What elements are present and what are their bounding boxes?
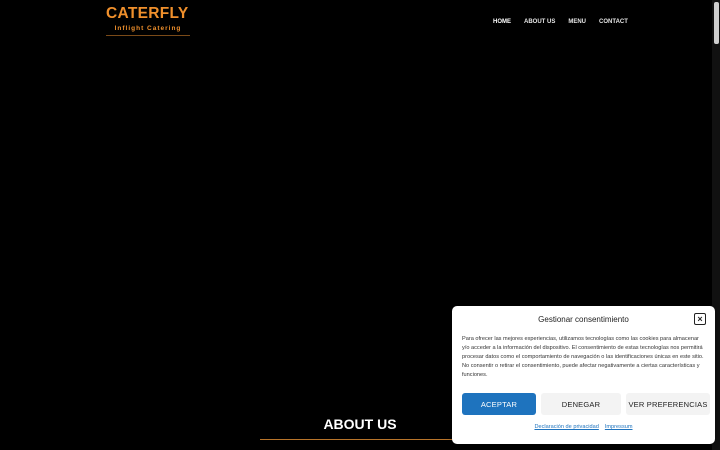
close-icon[interactable]: × xyxy=(694,313,706,325)
consent-dialog: Gestionar consentimiento × Para ofrecer … xyxy=(452,306,715,444)
logo-underline xyxy=(106,35,190,36)
preferences-button[interactable]: VER PREFERENCIAS xyxy=(626,393,710,415)
site-logo[interactable]: CATERFLY Inflight Catering xyxy=(106,6,190,36)
logo-subtitle: Inflight Catering xyxy=(114,25,182,32)
nav-item-home[interactable]: HOME xyxy=(493,19,511,25)
deny-button[interactable]: DENEGAR xyxy=(541,393,621,415)
nav-item-menu[interactable]: MENU xyxy=(568,19,586,25)
consent-body: Para ofrecer las mejores experiencias, u… xyxy=(462,336,704,378)
logo-title: CATERFLY xyxy=(106,5,189,22)
consent-links: Declaración de privacidad Impressum xyxy=(452,424,715,430)
scrollbar-thumb[interactable] xyxy=(714,2,719,44)
consent-buttons: ACEPTAR DENEGAR VER PREFERENCIAS xyxy=(462,393,710,415)
nav-item-about-us[interactable]: ABOUT US xyxy=(524,19,555,25)
accept-button[interactable]: ACEPTAR xyxy=(462,393,536,415)
main-nav: HOME ABOUT US MENU CONTACT xyxy=(493,19,628,25)
about-section: ABOUT US xyxy=(260,416,460,440)
privacy-link[interactable]: Declaración de privacidad xyxy=(534,424,598,430)
about-divider xyxy=(260,439,460,440)
nav-item-contact[interactable]: CONTACT xyxy=(599,19,628,25)
consent-title: Gestionar consentimiento xyxy=(538,315,629,324)
impressum-link[interactable]: Impressum xyxy=(605,424,633,430)
about-heading: ABOUT US xyxy=(323,416,397,432)
